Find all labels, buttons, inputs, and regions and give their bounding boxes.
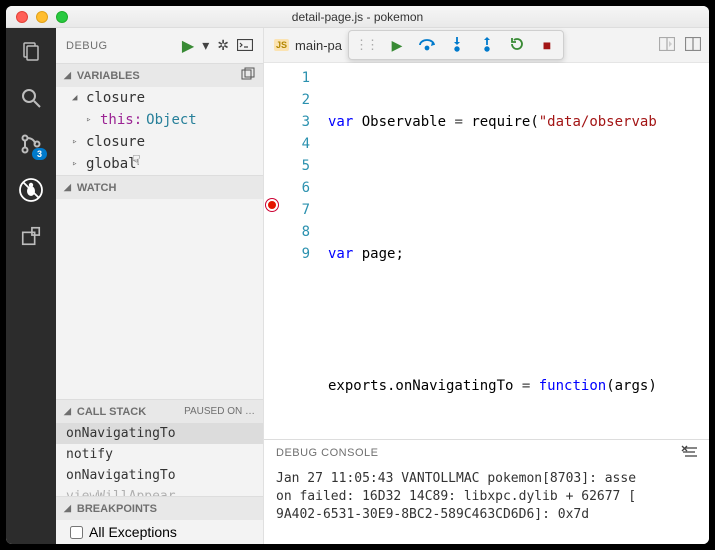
variable-scope-global[interactable]: ▹ global ☟	[56, 153, 263, 175]
editor-layout-icon[interactable]	[685, 37, 701, 54]
step-out-button[interactable]	[477, 36, 497, 55]
debug-sidebar: DEBUG ▶ ▾ ✲ ◢ VARIABLES ◢ closure ▹	[56, 28, 264, 544]
window-title: detail-page.js - pokemon	[6, 10, 709, 24]
collapse-all-icon[interactable]	[241, 67, 255, 84]
code-content[interactable]: var Observable = require("data/observab …	[320, 63, 709, 439]
watch-section-header[interactable]: ◢ WATCH	[56, 175, 263, 199]
editor-tabs: JS main-pa ⋮⋮ ▶	[264, 28, 709, 63]
settings-gear-icon[interactable]: ✲	[217, 37, 229, 54]
breakpoint-checkbox[interactable]	[70, 526, 83, 539]
step-over-button[interactable]	[417, 37, 437, 54]
restart-button[interactable]	[507, 36, 527, 55]
git-icon[interactable]: 3	[17, 130, 45, 158]
variables-section-header[interactable]: ◢ VARIABLES	[56, 63, 263, 87]
chevron-down-icon: ◢	[64, 70, 71, 81]
code-editor[interactable]: 1 2 3 4 5 6 7 8 9 var Observable = requi…	[264, 63, 709, 439]
explorer-icon[interactable]	[17, 38, 45, 66]
debug-icon[interactable]	[17, 176, 45, 204]
callstack-frame[interactable]: notify	[56, 444, 263, 465]
start-debug-button[interactable]: ▶	[182, 36, 194, 56]
callstack-frame[interactable]: onNavigatingTo	[56, 465, 263, 486]
breakpoint-marker-icon[interactable]	[266, 199, 278, 211]
debug-config-dropdown[interactable]: ▾	[202, 37, 209, 54]
variable-scope-closure[interactable]: ◢ closure	[56, 87, 263, 109]
search-icon[interactable]	[17, 84, 45, 112]
chevron-down-icon: ◢	[64, 182, 71, 193]
variable-scope-closure-2[interactable]: ▹ closure	[56, 131, 263, 153]
js-file-icon: JS	[274, 39, 289, 51]
console-output[interactable]: Jan 27 11:05:43 VANTOLLMAC pokemon[8703]…	[264, 466, 709, 544]
git-badge: 3	[32, 148, 47, 160]
step-into-button[interactable]	[447, 36, 467, 55]
debug-console-title[interactable]: DEBUG CONSOLE	[276, 447, 378, 459]
debug-console-toggle-icon[interactable]	[237, 38, 253, 54]
continue-button[interactable]: ▶	[387, 37, 407, 54]
callstack-frame[interactable]: viewWillAppear	[56, 486, 263, 496]
titlebar: detail-page.js - pokemon	[6, 6, 709, 28]
breakpoint-all-exceptions[interactable]: All Exceptions	[56, 520, 263, 544]
split-editor-icon[interactable]	[659, 37, 675, 54]
extensions-icon[interactable]	[17, 222, 45, 250]
tab-main-page[interactable]: main-pa	[295, 38, 342, 53]
callstack-section-header[interactable]: ◢ CALL STACK PAUSED ON …	[56, 399, 263, 423]
callstack-frame[interactable]: onNavigatingTo	[56, 423, 263, 444]
chevron-down-icon: ◢	[64, 503, 71, 514]
activity-bar: 3	[6, 28, 56, 544]
drag-handle-icon[interactable]: ⋮⋮	[355, 37, 377, 53]
variable-this[interactable]: ▹ this: Object	[56, 109, 263, 131]
line-numbers: 1 2 3 4 5 6 7 8 9	[284, 63, 320, 439]
clear-console-icon[interactable]	[681, 445, 697, 462]
debug-toolbar[interactable]: ⋮⋮ ▶ ■	[348, 30, 564, 60]
chevron-down-icon: ◢	[64, 406, 71, 417]
breakpoint-gutter[interactable]	[264, 63, 284, 439]
sidebar-title: DEBUG	[66, 40, 174, 52]
debug-console-panel: DEBUG CONSOLE Jan 27 11:05:43 VANTOLLMAC…	[264, 439, 709, 544]
breakpoints-section-header[interactable]: ◢ BREAKPOINTS	[56, 496, 263, 520]
stop-button[interactable]: ■	[537, 37, 557, 53]
